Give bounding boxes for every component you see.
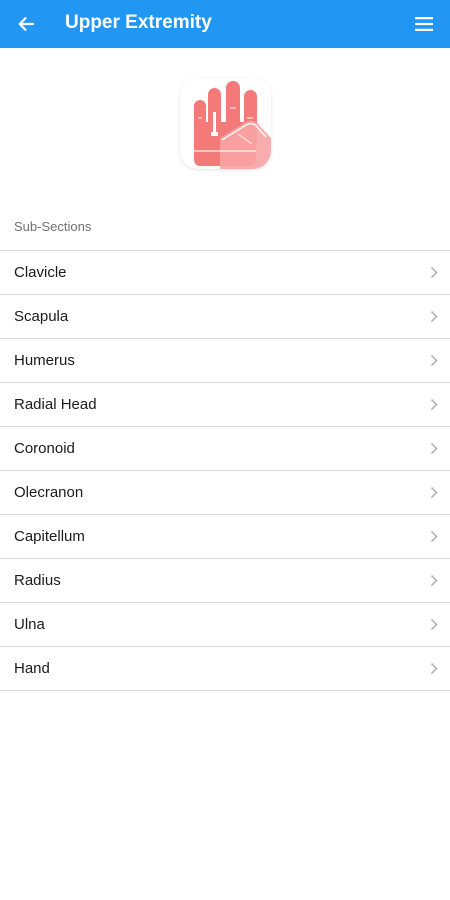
list-item-label: Hand [14, 660, 50, 677]
list-item-label: Coronoid [14, 440, 75, 457]
list-item-olecranon[interactable]: Olecranon [0, 471, 450, 515]
app-logo [180, 78, 271, 169]
chevron-right-icon [430, 266, 438, 279]
chevron-right-icon [430, 398, 438, 411]
app-bar: Upper Extremity [0, 0, 450, 48]
arrow-left-icon [18, 17, 35, 31]
list-item-clavicle[interactable]: Clavicle [0, 251, 450, 295]
hamburger-menu-icon [415, 17, 433, 31]
section-title: Sub-Sections [14, 219, 92, 234]
list-item-label: Clavicle [14, 264, 67, 281]
chevron-right-icon [430, 618, 438, 631]
chevron-right-icon [430, 530, 438, 543]
list-item-label: Radial Head [14, 396, 97, 413]
list-item-radial-head[interactable]: Radial Head [0, 383, 450, 427]
list-item-hand[interactable]: Hand [0, 647, 450, 691]
list-item-scapula[interactable]: Scapula [0, 295, 450, 339]
list-item-label: Ulna [14, 616, 45, 633]
chevron-right-icon [430, 574, 438, 587]
sub-sections-list: Clavicle Scapula Humerus Radial Head Cor… [0, 250, 450, 691]
page-title: Upper Extremity [65, 12, 212, 33]
back-button[interactable] [10, 8, 42, 40]
list-item-label: Capitellum [14, 528, 85, 545]
chevron-right-icon [430, 442, 438, 455]
list-item-label: Humerus [14, 352, 75, 369]
list-item-label: Olecranon [14, 484, 84, 501]
list-item-radius[interactable]: Radius [0, 559, 450, 603]
chevron-right-icon [430, 354, 438, 367]
list-item-ulna[interactable]: Ulna [0, 603, 450, 647]
list-item-capitellum[interactable]: Capitellum [0, 515, 450, 559]
list-item-label: Scapula [14, 308, 69, 325]
hand-icon [180, 78, 271, 169]
chevron-right-icon [430, 486, 438, 499]
app-screen: Upper Extremity Sub-Sections Clavicle Sc… [0, 0, 450, 900]
menu-button[interactable] [408, 8, 440, 40]
list-item-label: Radius [14, 572, 61, 589]
chevron-right-icon [430, 662, 438, 675]
list-item-coronoid[interactable]: Coronoid [0, 427, 450, 471]
chevron-right-icon [430, 310, 438, 323]
list-item-humerus[interactable]: Humerus [0, 339, 450, 383]
